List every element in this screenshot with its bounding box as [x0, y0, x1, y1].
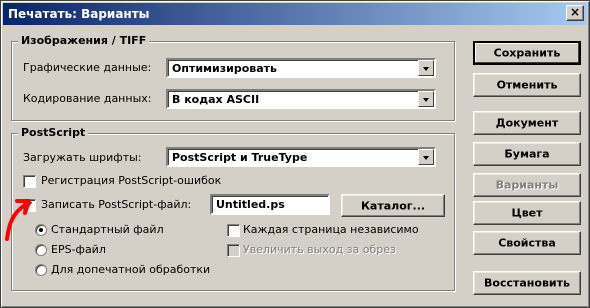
- document-button-label: Документ: [495, 116, 559, 130]
- register-errors-checkbox[interactable]: [23, 175, 36, 188]
- filename-value: Untitled.ps: [216, 198, 285, 211]
- cancel-button-label: Отменить: [496, 78, 558, 92]
- graphic-data-label: Графические данные:: [23, 61, 152, 74]
- graphic-data-select[interactable]: Оптимизировать: [166, 58, 436, 78]
- postscript-legend: PostScript: [18, 126, 89, 139]
- paper-button-label: Бумага: [504, 147, 550, 161]
- bleed-checkbox: [227, 244, 240, 257]
- properties-button[interactable]: Свойства: [473, 231, 581, 255]
- write-file-label[interactable]: Записать PostScript-файл:: [41, 198, 191, 211]
- window-title: Печатать: Варианты: [8, 7, 150, 21]
- restore-button-label: Восстановить: [484, 276, 570, 290]
- variants-button-label: Варианты: [495, 178, 559, 192]
- properties-button-label: Свойства: [498, 236, 556, 250]
- save-button[interactable]: Сохранить: [473, 41, 581, 65]
- encoding-value: В кодах ASCII: [172, 93, 260, 106]
- load-fonts-label: Загружать шрифты:: [23, 151, 142, 164]
- close-button[interactable]: ×: [566, 5, 584, 21]
- register-errors-label[interactable]: Регистрация PostScript-ошибок: [41, 174, 221, 187]
- document-button[interactable]: Документ: [473, 111, 581, 135]
- print-options-dialog: Печатать: Варианты × Изображения / TIFF …: [0, 0, 590, 308]
- radio-standard-file[interactable]: [35, 224, 47, 236]
- load-fonts-value: PostScript и TrueType: [172, 151, 308, 164]
- save-button-label: Сохранить: [493, 46, 561, 60]
- color-button[interactable]: Цвет: [473, 201, 581, 225]
- title-bar[interactable]: Печатать: Варианты ×: [3, 3, 587, 25]
- chevron-down-icon[interactable]: [418, 149, 434, 165]
- encoding-select[interactable]: В кодах ASCII: [166, 89, 436, 109]
- chevron-down-icon[interactable]: [418, 60, 434, 76]
- chevron-down-icon[interactable]: [418, 91, 434, 107]
- each-page-label[interactable]: Каждая страница независимо: [243, 223, 419, 236]
- radio-eps-label[interactable]: EPS-файл: [51, 243, 106, 256]
- catalog-button-label: Каталог...: [360, 199, 426, 212]
- cancel-button[interactable]: Отменить: [473, 73, 581, 97]
- each-page-checkbox[interactable]: [227, 224, 240, 237]
- images-tiff-legend: Изображения / TIFF: [18, 34, 150, 47]
- graphic-data-value: Оптимизировать: [172, 62, 277, 75]
- paper-button[interactable]: Бумага: [473, 142, 581, 166]
- radio-prepress-label[interactable]: Для допечатной обработки: [51, 263, 210, 276]
- restore-button[interactable]: Восстановить: [473, 271, 581, 295]
- radio-prepress[interactable]: [35, 264, 47, 276]
- images-tiff-group: Изображения / TIFF: [11, 34, 455, 121]
- radio-standard-label[interactable]: Стандартный файл: [51, 223, 164, 236]
- color-button-label: Цвет: [511, 206, 543, 220]
- encoding-label: Кодирование данных:: [23, 92, 152, 105]
- annotation-arrow-icon: [5, 199, 31, 241]
- load-fonts-select[interactable]: PostScript и TrueType: [166, 147, 436, 167]
- bleed-label: Увеличить выход за обрез: [243, 243, 396, 256]
- catalog-button[interactable]: Каталог...: [341, 194, 445, 217]
- filename-input[interactable]: Untitled.ps: [210, 194, 330, 215]
- radio-eps-file[interactable]: [35, 244, 47, 256]
- close-icon: ×: [569, 5, 581, 19]
- variants-button: Варианты: [473, 173, 581, 197]
